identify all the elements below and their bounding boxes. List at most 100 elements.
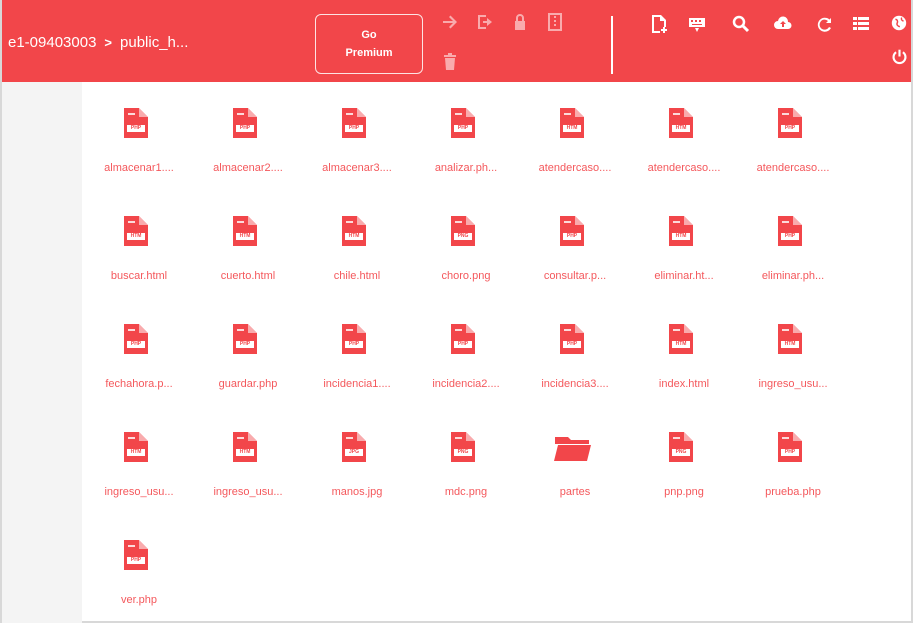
file-type-tag: PHP (781, 125, 799, 132)
add-file-icon[interactable] (649, 14, 669, 34)
file-type-tag: HTM (672, 125, 690, 132)
power-icon[interactable] (891, 48, 908, 65)
file-item[interactable]: PHP almacenar2.... (193, 100, 303, 200)
file-icon: PHP (233, 324, 257, 354)
file-type-tag: HTM (781, 341, 799, 348)
file-icon: HTM (233, 432, 257, 462)
file-type-tag: PNG (454, 233, 472, 240)
file-manager-window: e1-09403003 > public_h... Go Premium PHP… (0, 0, 913, 623)
file-icon: PHP (233, 108, 257, 138)
file-item[interactable]: HTM ingreso_usu... (738, 316, 848, 416)
globe-icon[interactable] (890, 14, 908, 32)
file-item[interactable]: JPG manos.jpg (302, 424, 412, 524)
file-item[interactable]: PHP fechahora.p... (84, 316, 194, 416)
search-icon[interactable] (731, 14, 751, 34)
list-view-icon[interactable] (851, 14, 871, 34)
file-name: atendercaso.... (538, 162, 612, 174)
file-type-tag: PHP (563, 233, 581, 240)
file-item[interactable]: PHP ver.php (84, 532, 194, 623)
file-item[interactable]: PHP eliminar.ph... (738, 208, 848, 308)
go-premium-button[interactable]: Go Premium (315, 14, 423, 74)
file-item[interactable]: PHP atendercaso.... (738, 100, 848, 200)
file-name: atendercaso.... (647, 162, 721, 174)
go-premium-label-line1: Go (361, 29, 377, 41)
file-item[interactable]: HTM chile.html (302, 208, 412, 308)
trash-icon[interactable] (440, 52, 460, 72)
file-name: incidencia1.... (323, 378, 391, 390)
sidebar-panel (2, 82, 82, 623)
breadcrumb-item-root[interactable]: e1-09403003 (8, 34, 96, 51)
file-name: cuerto.html (220, 270, 276, 282)
file-name: atendercaso.... (756, 162, 830, 174)
file-name: chile.html (333, 270, 381, 282)
file-item[interactable]: PHP incidencia2.... (411, 316, 521, 416)
file-item[interactable]: HTM cuerto.html (193, 208, 303, 308)
file-type-tag: PHP (781, 449, 799, 456)
file-icon: PHP (124, 108, 148, 138)
file-icon: PHP (778, 432, 802, 462)
file-item[interactable]: PHP incidencia1.... (302, 316, 412, 416)
file-item[interactable]: PHP analizar.ph... (411, 100, 521, 200)
file-item[interactable]: HTM atendercaso.... (520, 100, 630, 200)
file-type-tag: PHP (454, 125, 472, 132)
file-name: almacenar2.... (213, 162, 283, 174)
file-type-tag: PHP (127, 557, 145, 564)
file-type-tag: PNG (672, 449, 690, 456)
file-name: prueba.php (765, 486, 821, 498)
file-item[interactable]: HTM atendercaso.... (629, 100, 739, 200)
top-toolbar: e1-09403003 > public_h... Go Premium (2, 0, 911, 82)
file-item[interactable]: PHP almacenar1.... (84, 100, 194, 200)
file-name: ver.php (120, 594, 158, 606)
file-icon: PHP (778, 108, 802, 138)
file-item[interactable]: PHP almacenar3.... (302, 100, 412, 200)
file-item[interactable]: PHP prueba.php (738, 424, 848, 524)
file-name: incidencia3.... (541, 378, 609, 390)
file-type-tag: PHP (345, 341, 363, 348)
file-type-tag: JPG (345, 449, 363, 456)
file-icon: PNG (669, 432, 693, 462)
file-name: choro.png (441, 270, 491, 282)
arrow-right-icon[interactable] (440, 12, 460, 32)
file-name: eliminar.ht... (654, 270, 714, 282)
file-name: ingreso_usu... (758, 378, 828, 390)
breadcrumb-item-current[interactable]: public_h... (120, 34, 188, 51)
file-icon: HTM (233, 216, 257, 246)
file-name: ingreso_usu... (104, 486, 174, 498)
file-item[interactable]: HTM index.html (629, 316, 739, 416)
refresh-icon[interactable] (815, 14, 835, 34)
file-item[interactable]: PHP incidencia3.... (520, 316, 630, 416)
cloud-upload-icon[interactable] (773, 14, 793, 34)
file-icon: PNG (451, 432, 475, 462)
file-item[interactable]: PNG choro.png (411, 208, 521, 308)
file-name: mdc.png (444, 486, 488, 498)
file-item[interactable]: PHP consultar.p... (520, 208, 630, 308)
file-item[interactable]: HTM ingreso_usu... (193, 424, 303, 524)
file-name: index.html (658, 378, 710, 390)
file-item[interactable]: PNG mdc.png (411, 424, 521, 524)
file-name: eliminar.ph... (761, 270, 825, 282)
file-name: partes (559, 486, 591, 498)
keyboard-icon[interactable] (687, 14, 707, 34)
file-icon: PNG (451, 216, 475, 246)
file-name: pnp.png (664, 486, 704, 498)
file-name: buscar.html (110, 270, 168, 282)
file-icon: PHP (451, 108, 475, 138)
file-type-tag: PHP (563, 341, 581, 348)
file-type-tag: PHP (236, 125, 254, 132)
file-icon: HTM (560, 108, 584, 138)
logout-icon[interactable] (475, 12, 495, 32)
folder-icon (554, 434, 592, 462)
file-item[interactable]: HTM ingreso_usu... (84, 424, 194, 524)
file-item[interactable]: PNG pnp.png (629, 424, 739, 524)
compress-icon[interactable] (545, 12, 565, 32)
file-item[interactable]: HTM eliminar.ht... (629, 208, 739, 308)
file-item[interactable]: HTM buscar.html (84, 208, 194, 308)
file-name: almacenar1.... (104, 162, 174, 174)
file-name: consultar.p... (543, 270, 607, 282)
file-icon: PHP (778, 216, 802, 246)
lock-icon[interactable] (510, 12, 530, 32)
file-item[interactable]: PHP guardar.php (193, 316, 303, 416)
folder-item[interactable]: partes (520, 424, 630, 524)
file-type-tag: PHP (127, 341, 145, 348)
file-name: guardar.php (218, 378, 278, 390)
